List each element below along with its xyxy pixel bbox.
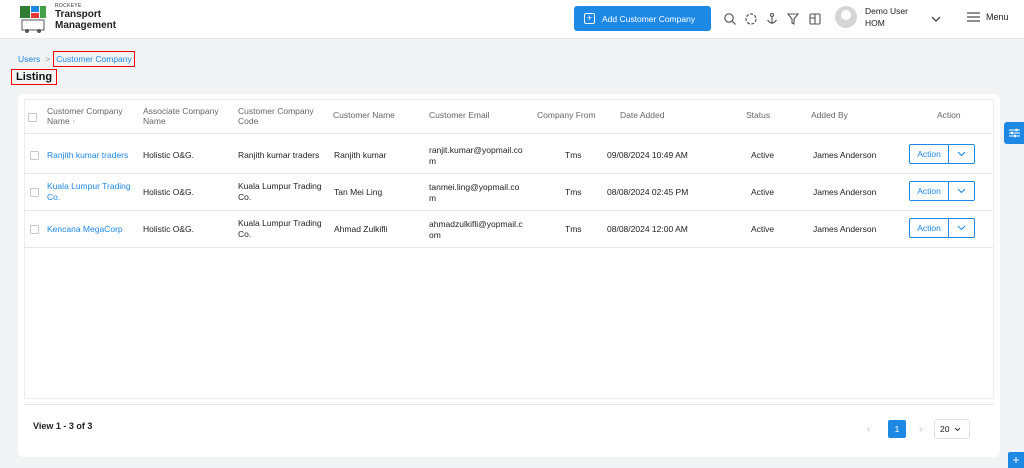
header-company-from: Company From: [537, 110, 596, 120]
header-action: Action: [937, 110, 961, 120]
status-badge: Active: [751, 224, 775, 234]
associate-company-name: Holistic O&G.: [143, 150, 195, 160]
customer-company-code: Ranjith kumar traders: [238, 150, 320, 160]
chevron-down-icon: [957, 188, 966, 194]
customer-email: tanmei.ling@yopmail.com: [429, 182, 520, 203]
action-label[interactable]: Action: [910, 182, 949, 200]
status-badge: Active: [751, 187, 775, 197]
quick-add-plus-icon[interactable]: +: [1008, 452, 1024, 468]
breadcrumb-customer-company[interactable]: Customer Company: [53, 51, 135, 67]
chevron-down-icon: [957, 151, 966, 157]
listing-card: Customer Company Name ↑ Associate Compan…: [18, 94, 1000, 457]
added-by: James Anderson: [813, 187, 877, 197]
action-dropdown[interactable]: [949, 219, 974, 237]
customer-company-code: Kuala Lumpur Trading Co.: [238, 218, 322, 239]
action-dropdown[interactable]: [949, 145, 974, 163]
brand: ROCKEYE Transport Management: [55, 4, 116, 31]
table-row: Kuala Lumpur Trading Co. Holistic O&G. K…: [25, 174, 993, 211]
sliders-icon: [1008, 128, 1020, 138]
customer-company-code: Kuala Lumpur Trading Co.: [238, 181, 322, 202]
header-customer-company-name[interactable]: Customer Company Name ↑: [47, 106, 139, 128]
page-title: Listing: [11, 69, 58, 85]
date-added: 08/08/2024 12:00 AM: [607, 224, 688, 234]
anchor-icon[interactable]: [765, 12, 779, 26]
action-label[interactable]: Action: [910, 219, 949, 237]
added-by: James Anderson: [813, 224, 877, 234]
user-name: Demo User: [865, 6, 908, 16]
breadcrumb-separator: >: [45, 54, 51, 64]
header-added-by: Added By: [811, 110, 848, 120]
header-associate-company-name: Associate Company Name: [143, 106, 219, 127]
search-icon[interactable]: [723, 12, 737, 26]
row-checkbox[interactable]: [30, 188, 39, 197]
filter-panel-button[interactable]: [1004, 122, 1024, 144]
header-status: Status: [746, 110, 771, 120]
view-count: View 1 - 3 of 3: [33, 421, 93, 431]
pagination-next-icon[interactable]: ›: [919, 424, 922, 435]
row-checkbox[interactable]: [30, 151, 39, 160]
data-table: Customer Company Name ↑ Associate Compan…: [24, 99, 994, 399]
add-button-label: Add Customer Company: [602, 13, 696, 24]
sort-icon[interactable]: ↑: [72, 119, 76, 126]
menu-label: Menu: [986, 12, 1009, 22]
menu-button[interactable]: Menu: [967, 12, 1009, 22]
company-from: Tms: [565, 187, 582, 197]
brand-line-2: Management: [55, 20, 117, 31]
row-checkbox[interactable]: [30, 225, 39, 234]
pagination-page-1[interactable]: 1: [888, 420, 906, 438]
date-added: 09/08/2024 10:49 AM: [607, 150, 688, 160]
customer-company-name-link[interactable]: Kuala Lumpur Trading Co.: [47, 181, 139, 202]
chevron-down-icon: [957, 225, 966, 231]
table-row: Ranjith kumar traders Holistic O&G. Ranj…: [25, 137, 993, 174]
breadcrumb-users[interactable]: Users: [18, 54, 40, 64]
customer-name: Tan Mei Ling: [334, 187, 383, 197]
top-header: ROCKEYE Transport Management + Add Custo…: [0, 0, 1024, 39]
company-from: Tms: [565, 224, 582, 234]
page-size-select[interactable]: 20: [934, 419, 970, 439]
page-size-value: 20: [940, 424, 950, 434]
loader-icon[interactable]: [744, 12, 758, 26]
hamburger-icon: [967, 12, 980, 22]
breadcrumb: Users > Customer Company: [18, 51, 135, 67]
plus-icon: +: [584, 13, 595, 24]
customer-email: ranjit.kumar@yopmail.com: [429, 145, 523, 166]
action-dropdown[interactable]: [949, 182, 974, 200]
book-icon[interactable]: [808, 12, 822, 26]
header-label: Customer Company Name: [47, 106, 123, 127]
select-all-checkbox[interactable]: [28, 113, 37, 122]
action-button[interactable]: Action: [909, 181, 975, 201]
date-added: 08/08/2024 02:45 PM: [607, 187, 689, 197]
associate-company-name: Holistic O&G.: [143, 224, 195, 234]
associate-company-name: Holistic O&G.: [143, 187, 195, 197]
chevron-down-icon: [955, 427, 961, 431]
customer-name: Ahmad Zulkifli: [334, 224, 388, 234]
customer-email: ahmadzulkifli@yopmail.com: [429, 219, 523, 240]
header-customer-name: Customer Name: [333, 110, 395, 120]
action-button[interactable]: Action: [909, 218, 975, 238]
logo-icon: [20, 6, 46, 33]
avatar[interactable]: [835, 6, 857, 28]
add-customer-company-button[interactable]: + Add Customer Company: [574, 6, 711, 31]
footer-divider: [24, 404, 994, 405]
filter-icon[interactable]: [786, 12, 800, 26]
header-customer-email: Customer Email: [429, 110, 490, 120]
action-button[interactable]: Action: [909, 144, 975, 164]
brand-line-1: Transport: [55, 9, 102, 20]
header-date-added: Date Added: [620, 110, 665, 120]
added-by: James Anderson: [813, 150, 877, 160]
company-from: Tms: [565, 150, 582, 160]
user-role: HOM: [865, 18, 885, 28]
status-badge: Active: [751, 150, 775, 160]
table-row: Kencana MegaCorp Holistic O&G. Kuala Lum…: [25, 211, 993, 248]
customer-company-name-link[interactable]: Kencana MegaCorp: [47, 224, 139, 235]
chevron-down-icon[interactable]: [930, 13, 942, 25]
action-label[interactable]: Action: [910, 145, 949, 163]
header-customer-company-code: Customer Company Code: [238, 106, 314, 127]
table-header: Customer Company Name ↑ Associate Compan…: [25, 100, 993, 134]
pagination-prev-icon[interactable]: ‹: [867, 424, 870, 435]
customer-company-name-link[interactable]: Ranjith kumar traders: [47, 150, 139, 161]
customer-name: Ranjith kumar: [334, 150, 387, 160]
